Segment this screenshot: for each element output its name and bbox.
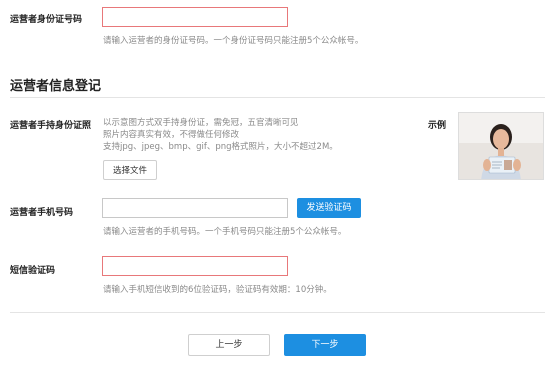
send-code-button[interactable]: 发送验证码 — [297, 198, 361, 218]
sms-code-label: 短信验证码 — [10, 266, 56, 276]
id-number-input[interactable] — [102, 7, 288, 27]
example-photo — [458, 112, 544, 180]
handheld-photo-label: 运营者手持身份证照 — [10, 121, 92, 131]
handheld-photo-desc-line2: 照片内容真实有效，不得做任何修改 — [103, 130, 240, 140]
sms-code-input[interactable] — [102, 256, 288, 276]
prev-step-button[interactable]: 上一步 — [188, 334, 270, 356]
footer-divider — [10, 312, 545, 313]
phone-label: 运营者手机号码 — [10, 208, 74, 218]
example-label: 示例 — [428, 121, 447, 131]
phone-hint: 请输入运营者的手机号码。一个手机号码只能注册5个公众帐号。 — [103, 227, 347, 237]
example-photo-image — [459, 113, 543, 179]
handheld-photo-desc-line1: 以示意图方式双手持身份证，需免冠，五官清晰可见 — [103, 118, 299, 128]
phone-input[interactable] — [102, 198, 288, 218]
sms-code-hint: 请输入手机短信收到的6位验证码，验证码有效期：10分钟。 — [103, 285, 332, 295]
choose-file-button[interactable]: 选择文件 — [103, 160, 157, 180]
handheld-photo-desc-line3: 支持jpg、jpeg、bmp、gif、png格式照片，大小不超过2M。 — [103, 142, 338, 152]
section-divider — [10, 97, 545, 98]
id-number-label: 运营者身份证号码 — [10, 15, 83, 25]
next-step-button[interactable]: 下一步 — [284, 334, 366, 356]
handheld-photo-description: 以示意图方式双手持身份证，需免冠，五官清晰可见 照片内容真实有效，不得做任何修改… — [103, 117, 338, 153]
id-number-hint: 请输入运营者的身份证号码。一个身份证号码只能注册5个公众帐号。 — [103, 36, 364, 46]
section-title: 运营者信息登记 — [10, 79, 102, 94]
